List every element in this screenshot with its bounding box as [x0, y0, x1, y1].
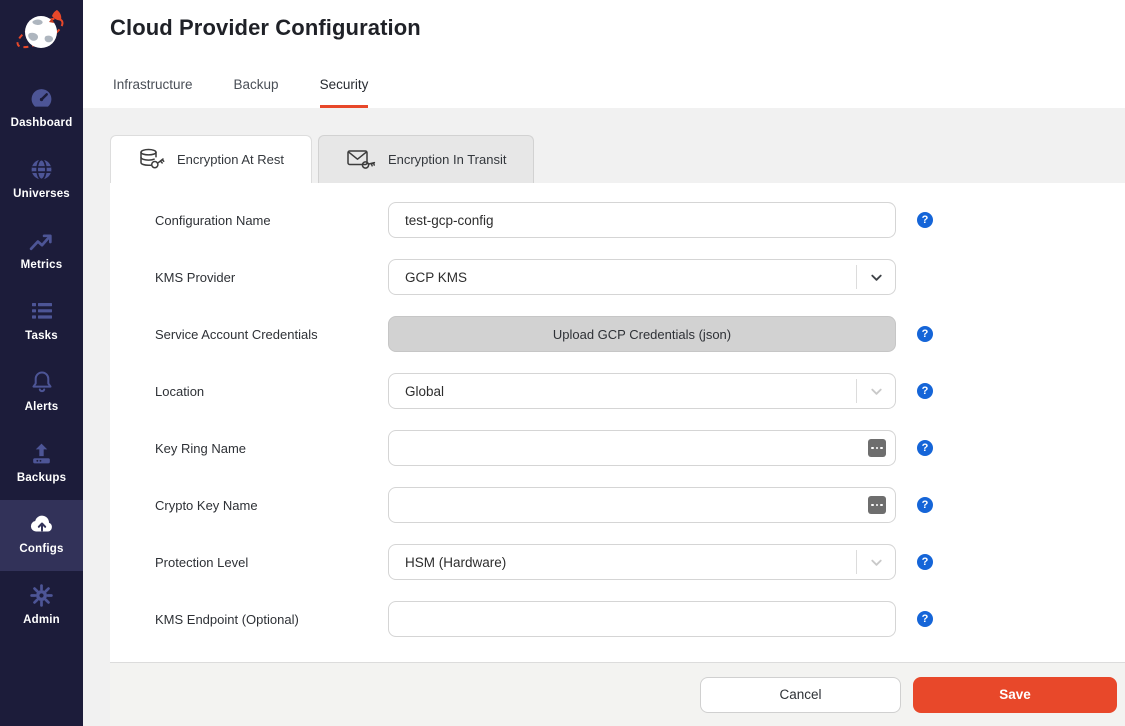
sidebar-item-dashboard[interactable]: Dashboard	[0, 74, 83, 145]
globe-icon	[29, 154, 54, 184]
help-icon[interactable]: ?	[917, 326, 933, 342]
selected-value: HSM (Hardware)	[405, 555, 856, 570]
tab-infrastructure[interactable]: Infrastructure	[113, 77, 193, 108]
subtab-label: Encryption At Rest	[177, 152, 284, 167]
sidebar-item-label: Admin	[23, 614, 60, 626]
bell-icon	[30, 367, 54, 397]
upload-tray-icon	[29, 438, 54, 468]
form-row-kms-endpoint-optional: KMS Endpoint (Optional)?	[155, 601, 1125, 637]
sidebar: Dashboard Universes Metrics Tasks Alerts Back…	[0, 0, 83, 726]
chevron-down-icon	[857, 270, 895, 285]
form-row-protection-level: Protection Level HSM (Hardware)?	[155, 544, 1125, 580]
form-row-crypto-key-name: Crypto Key Name?	[155, 487, 1125, 523]
sidebar-item-label: Backups	[17, 472, 66, 484]
page-header: Cloud Provider Configuration Infrastruct…	[83, 0, 1125, 108]
yugabyte-logo[interactable]	[0, 2, 83, 60]
kms-config-form: Configuration Name? KMS Provider GCP KMS Se…	[155, 202, 1125, 637]
form-row-key-ring-name: Key Ring Name?	[155, 430, 1125, 466]
encryption-at-rest-panel: Configuration Name? KMS Provider GCP KMS Se…	[110, 183, 1125, 662]
sidebar-item-label: Universes	[13, 188, 70, 200]
help-icon[interactable]: ?	[917, 611, 933, 627]
field-label: KMS Endpoint (Optional)	[155, 612, 388, 627]
selected-value: Global	[405, 384, 856, 399]
sidebar-item-tasks[interactable]: Tasks	[0, 287, 83, 358]
configuration-name-control	[388, 202, 896, 238]
form-row-configuration-name: Configuration Name?	[155, 202, 1125, 238]
subtab-encryption-at-rest[interactable]: Encryption At Rest	[110, 135, 312, 183]
protection-level-select[interactable]: HSM (Hardware)	[388, 544, 896, 580]
ellipsis-icon	[868, 496, 886, 514]
tab-security[interactable]: Security	[320, 77, 369, 108]
task-list-icon	[29, 296, 55, 326]
sidebar-item-metrics[interactable]: Metrics	[0, 216, 83, 287]
subtab-row: Encryption At Rest Encryption In Transit	[110, 108, 1125, 183]
cancel-button[interactable]: Cancel	[700, 677, 901, 713]
help-icon[interactable]: ?	[917, 554, 933, 570]
save-button[interactable]: Save	[913, 677, 1117, 713]
configuration-name-input[interactable]	[388, 202, 896, 238]
sidebar-item-universes[interactable]: Universes	[0, 145, 83, 216]
gear-icon	[29, 580, 54, 610]
sidebar-item-label: Tasks	[25, 330, 58, 342]
service-account-credentials-control: Upload GCP Credentials (json)	[388, 316, 896, 352]
chevron-down-icon	[857, 555, 895, 570]
key-ring-name-input[interactable]	[388, 430, 896, 466]
kms-provider-control: GCP KMS	[388, 259, 896, 295]
sidebar-item-admin[interactable]: Admin	[0, 571, 83, 642]
sidebar-item-backups[interactable]: Backups	[0, 429, 83, 500]
selected-value: GCP KMS	[405, 270, 856, 285]
sidebar-item-alerts[interactable]: Alerts	[0, 358, 83, 429]
main-area: Cloud Provider Configuration Infrastruct…	[83, 0, 1125, 726]
sidebar-item-label: Configs	[19, 543, 63, 555]
form-footer: Cancel Save	[110, 662, 1125, 726]
sidebar-item-configs[interactable]: Configs	[0, 500, 83, 571]
form-row-kms-provider: KMS Provider GCP KMS	[155, 259, 1125, 295]
form-row-location: Location Global?	[155, 373, 1125, 409]
field-label: Service Account Credentials	[155, 327, 388, 342]
chevron-down-icon	[857, 384, 895, 399]
help-icon[interactable]: ?	[917, 383, 933, 399]
content-area: Encryption At RestEncryption In Transit …	[83, 108, 1125, 726]
help-icon[interactable]: ?	[917, 497, 933, 513]
subtab-encryption-in-transit[interactable]: Encryption In Transit	[318, 135, 535, 183]
crypto-key-name-input[interactable]	[388, 487, 896, 523]
sidebar-nav: Dashboard Universes Metrics Tasks Alerts Back…	[0, 74, 83, 642]
help-icon[interactable]: ?	[917, 212, 933, 228]
chart-line-icon	[28, 225, 55, 255]
field-label: Key Ring Name	[155, 441, 388, 456]
mail-key-icon	[346, 148, 376, 171]
kms-endpoint-optional-input[interactable]	[388, 601, 896, 637]
location-control: Global	[388, 373, 896, 409]
kms-endpoint-optional-control	[388, 601, 896, 637]
gauge-icon	[29, 83, 54, 113]
form-row-service-account-credentials: Service Account CredentialsUpload GCP Cr…	[155, 316, 1125, 352]
tab-backup[interactable]: Backup	[234, 77, 279, 108]
crypto-key-name-control	[388, 487, 896, 523]
kms-provider-select[interactable]: GCP KMS	[388, 259, 896, 295]
protection-level-control: HSM (Hardware)	[388, 544, 896, 580]
help-icon[interactable]: ?	[917, 440, 933, 456]
field-label: Protection Level	[155, 555, 388, 570]
subtab-label: Encryption In Transit	[388, 152, 507, 167]
sidebar-item-label: Metrics	[21, 259, 63, 271]
cloud-upload-icon	[28, 509, 56, 539]
upload-gcp-credentials-button[interactable]: Upload GCP Credentials (json)	[388, 316, 896, 352]
database-key-icon	[138, 148, 165, 171]
page-title: Cloud Provider Configuration	[83, 0, 1125, 41]
key-ring-name-control	[388, 430, 896, 466]
field-label: Configuration Name	[155, 213, 388, 228]
field-label: KMS Provider	[155, 270, 388, 285]
ellipsis-icon	[868, 439, 886, 457]
sidebar-item-label: Alerts	[25, 401, 59, 413]
location-select[interactable]: Global	[388, 373, 896, 409]
header-tabs: Infrastructure Backup Security	[113, 77, 368, 108]
field-label: Location	[155, 384, 388, 399]
field-label: Crypto Key Name	[155, 498, 388, 513]
sidebar-item-label: Dashboard	[11, 117, 73, 129]
